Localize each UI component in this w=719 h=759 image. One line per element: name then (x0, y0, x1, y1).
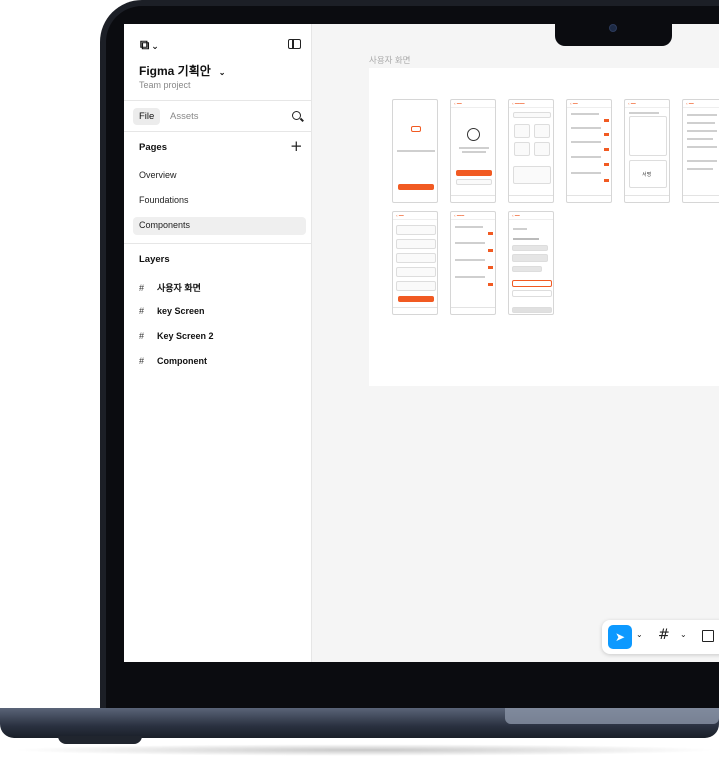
chevron-down-icon: ⌄ (151, 42, 159, 52)
tab-file[interactable]: File (133, 108, 161, 125)
figma-logo-icon: ⧉ (140, 38, 150, 53)
figma-window: ⧉ ⌄ Figma 기획안 ⌄ Team project File Assets P… (124, 24, 719, 662)
screen-thumbnail[interactable]: ‹ ━━ 서명 (624, 99, 670, 203)
laptop-mockup: ⧉ ⌄ Figma 기획안 ⌄ Team project File Assets P… (0, 0, 719, 759)
cursor-arrow-icon: ➤ (614, 630, 626, 644)
screen-thumbnail[interactable]: ‹ ━━ (682, 99, 719, 203)
layer-item[interactable]: # 사용자 화면 (139, 281, 201, 294)
layer-label: Component (157, 356, 207, 366)
divider (124, 243, 312, 244)
layer-label: 사용자 화면 (157, 283, 201, 293)
bottom-toolbar: ➤ ⌄ # ⌄ (602, 620, 719, 654)
screen-thumbnail[interactable]: ‹ ━━ (392, 211, 438, 315)
add-page-icon[interactable]: + (290, 139, 303, 154)
divider (124, 100, 312, 101)
chevron-down-icon[interactable]: ⌄ (636, 630, 643, 639)
file-name[interactable]: Figma 기획안 ⌄ (139, 62, 226, 79)
page-item-overview[interactable]: Overview (133, 167, 306, 185)
laptop-shadow (10, 744, 719, 756)
layer-item[interactable]: # key Screen (139, 306, 205, 316)
page-item-foundations[interactable]: Foundations (133, 192, 306, 210)
layer-label: key Screen (157, 306, 205, 316)
page-item-components[interactable]: Components (133, 217, 306, 235)
frame-icon: # (139, 356, 145, 366)
chevron-down-icon[interactable]: ⌄ (680, 630, 687, 639)
layer-item[interactable]: # Key Screen 2 (139, 331, 214, 341)
layer-label: Key Screen 2 (157, 331, 214, 341)
pages-heading: Pages (139, 142, 167, 153)
tab-assets[interactable]: Assets (164, 108, 205, 125)
camera-icon (609, 24, 617, 32)
frame[interactable]: ‹ ━━ ‹ ━━━━ ‹ ━━ ‹ ━━ 서명 ‹ ━━ ‹ ━━ ‹ ━━━… (369, 68, 719, 386)
screen-thumbnail[interactable]: ‹ ━━ (450, 99, 496, 203)
layer-item[interactable]: # Component (139, 356, 207, 366)
laptop-foot (58, 736, 142, 744)
screen-thumbnail[interactable] (392, 99, 438, 203)
frame-icon: # (139, 306, 145, 316)
laptop-base-lip (505, 708, 719, 724)
screen-thumbnail[interactable]: ‹ ━━━ (450, 211, 496, 315)
frame-icon: # (139, 331, 145, 341)
chevron-down-icon: ⌄ (218, 68, 226, 77)
screen-thumbnail[interactable]: ‹ ━━ (508, 211, 554, 315)
move-tool-button[interactable]: ➤ (608, 625, 632, 649)
screen-thumbnail[interactable]: ‹ ━━━━ (508, 99, 554, 203)
toggle-sidebar-icon[interactable] (288, 39, 301, 49)
layers-heading: Layers (139, 254, 170, 265)
search-icon[interactable] (292, 111, 301, 120)
design-canvas[interactable]: 사용자 화면 ‹ ━━ ‹ ━━━━ ‹ ━━ ‹ ━━ 서명 ‹ ━━ ‹ ━… (312, 24, 719, 662)
left-sidebar: ⧉ ⌄ Figma 기획안 ⌄ Team project File Assets P… (124, 24, 312, 662)
rectangle-tool-icon[interactable] (702, 630, 714, 642)
divider (124, 131, 312, 132)
frame-icon: # (139, 283, 145, 293)
frame-tool-icon[interactable]: # (658, 628, 670, 642)
screen-thumbnail[interactable]: ‹ ━━ (566, 99, 612, 203)
team-label: Team project (139, 80, 191, 90)
file-name-label: Figma 기획안 (139, 64, 211, 78)
signature-label: 서명 (642, 172, 652, 178)
frame-title[interactable]: 사용자 화면 (369, 54, 410, 66)
figma-menu-button[interactable]: ⧉ ⌄ (140, 38, 159, 53)
laptop-chin (106, 662, 719, 708)
